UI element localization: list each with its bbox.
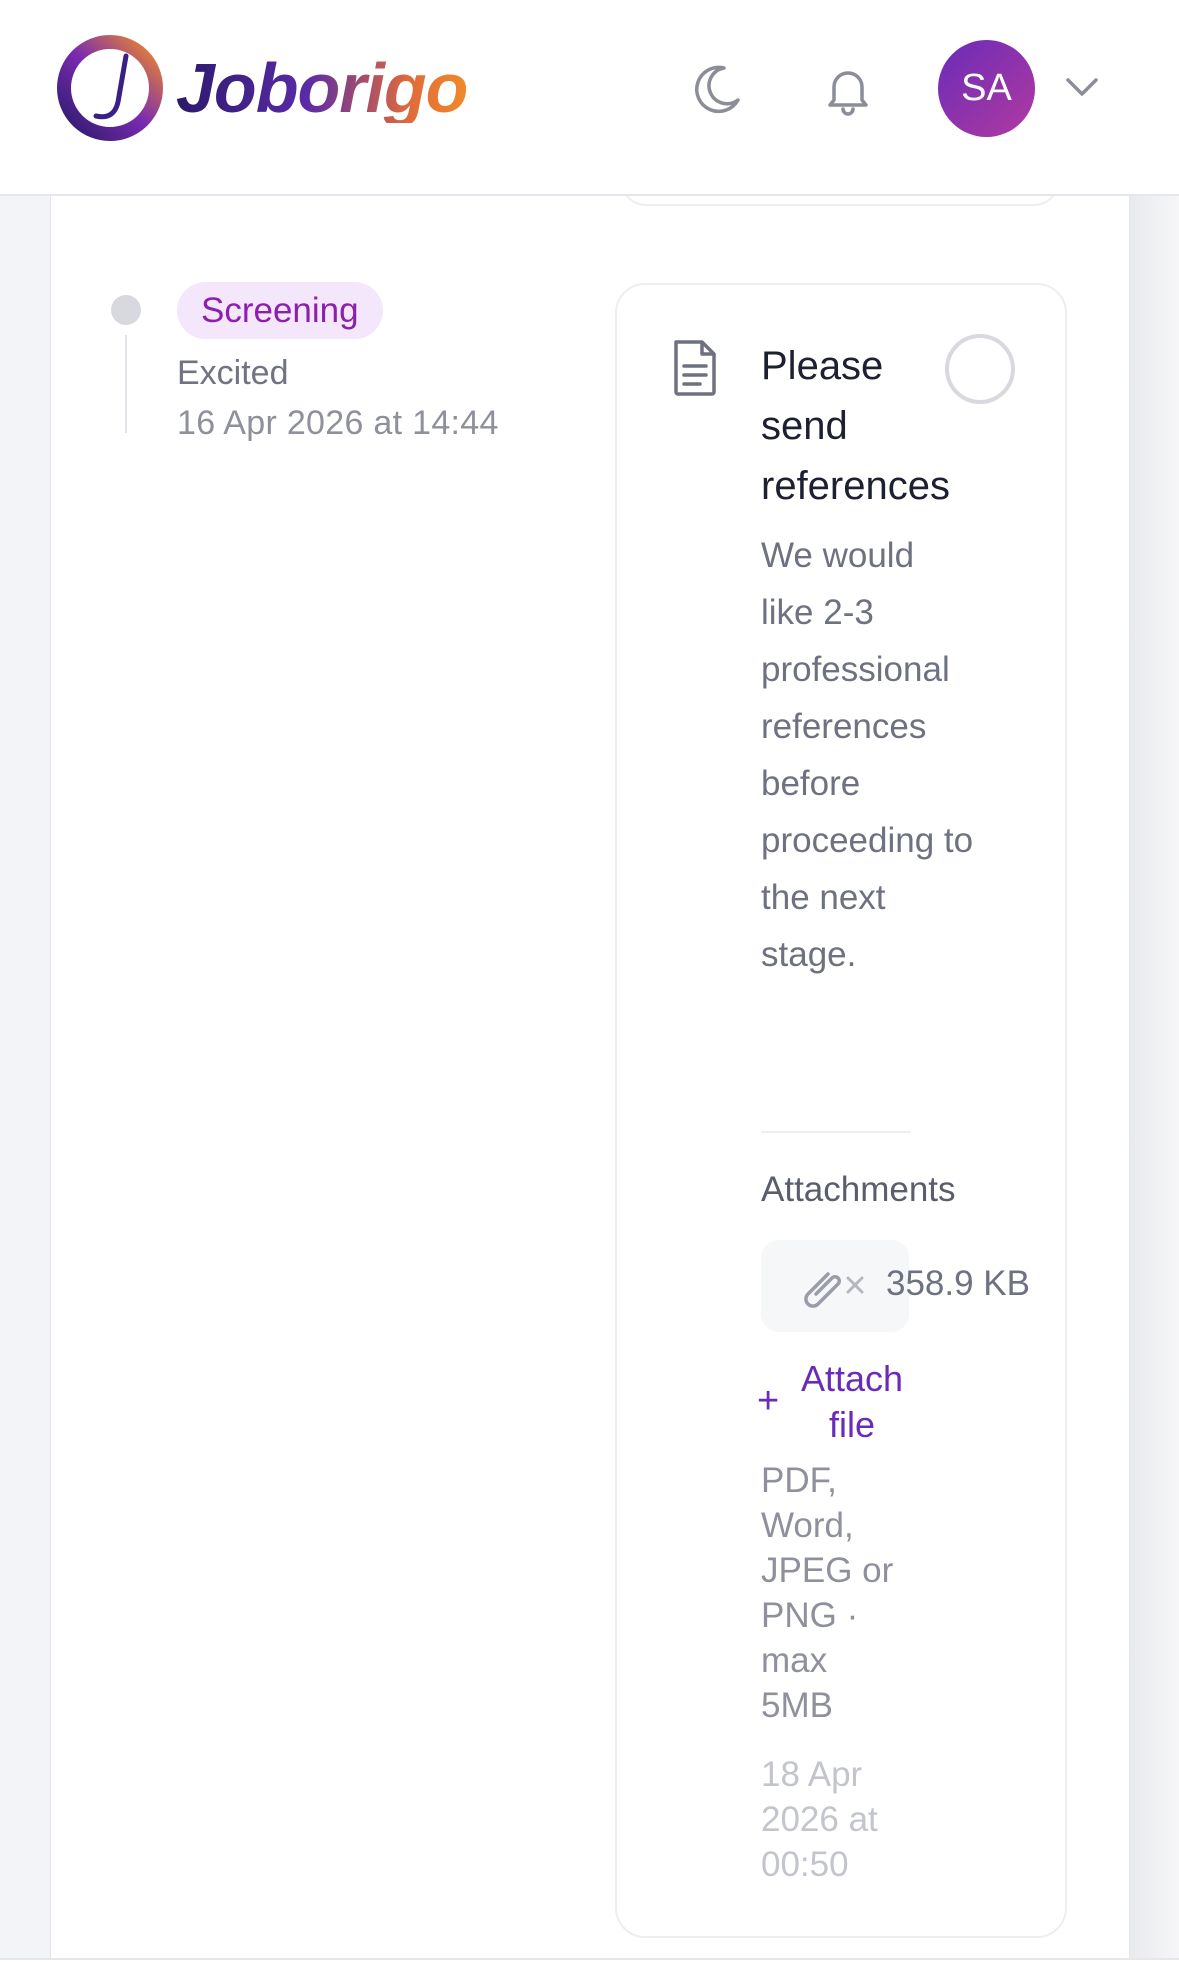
moon-icon[interactable] [686,60,746,120]
stage-mood: Excited [177,354,289,392]
plus-icon[interactable]: + [757,1380,779,1423]
scroll-edge [1130,196,1179,1958]
bottom-bar [0,1958,1179,1983]
task-title: Please send references [761,344,950,508]
attachment-size: 358.9 KB [886,1264,1030,1303]
user-avatar[interactable]: SA [938,40,1035,137]
task-timestamp: 18 Apr 2026 at 00:50 [761,1755,878,1884]
attachments-heading: Attachments [761,1170,956,1209]
task-description: We would like 2-3 professional reference… [761,536,974,974]
brand-logo-icon [57,35,163,141]
brand-logo[interactable]: Joborigo [54,34,468,142]
paperclip-icon [804,1272,864,1308]
section-divider [761,1131,911,1133]
app-header: Joborigo SA [0,0,1179,196]
brand-name: Joborigo [176,49,468,127]
timeline-line [125,335,127,433]
stage-badge: Screening [177,282,383,339]
document-icon [674,340,716,396]
task-complete-checkbox[interactable] [945,334,1015,404]
timeline-dot [111,295,141,325]
stage-timestamp: 16 Apr 2026 at 14:44 [177,404,499,442]
attach-file-button[interactable]: Attach file [796,1356,908,1448]
file-type-hint: PDF, Word, JPEG or PNG · max 5MB [761,1461,894,1725]
bell-icon[interactable] [818,60,878,120]
chevron-down-icon[interactable] [1063,72,1101,102]
